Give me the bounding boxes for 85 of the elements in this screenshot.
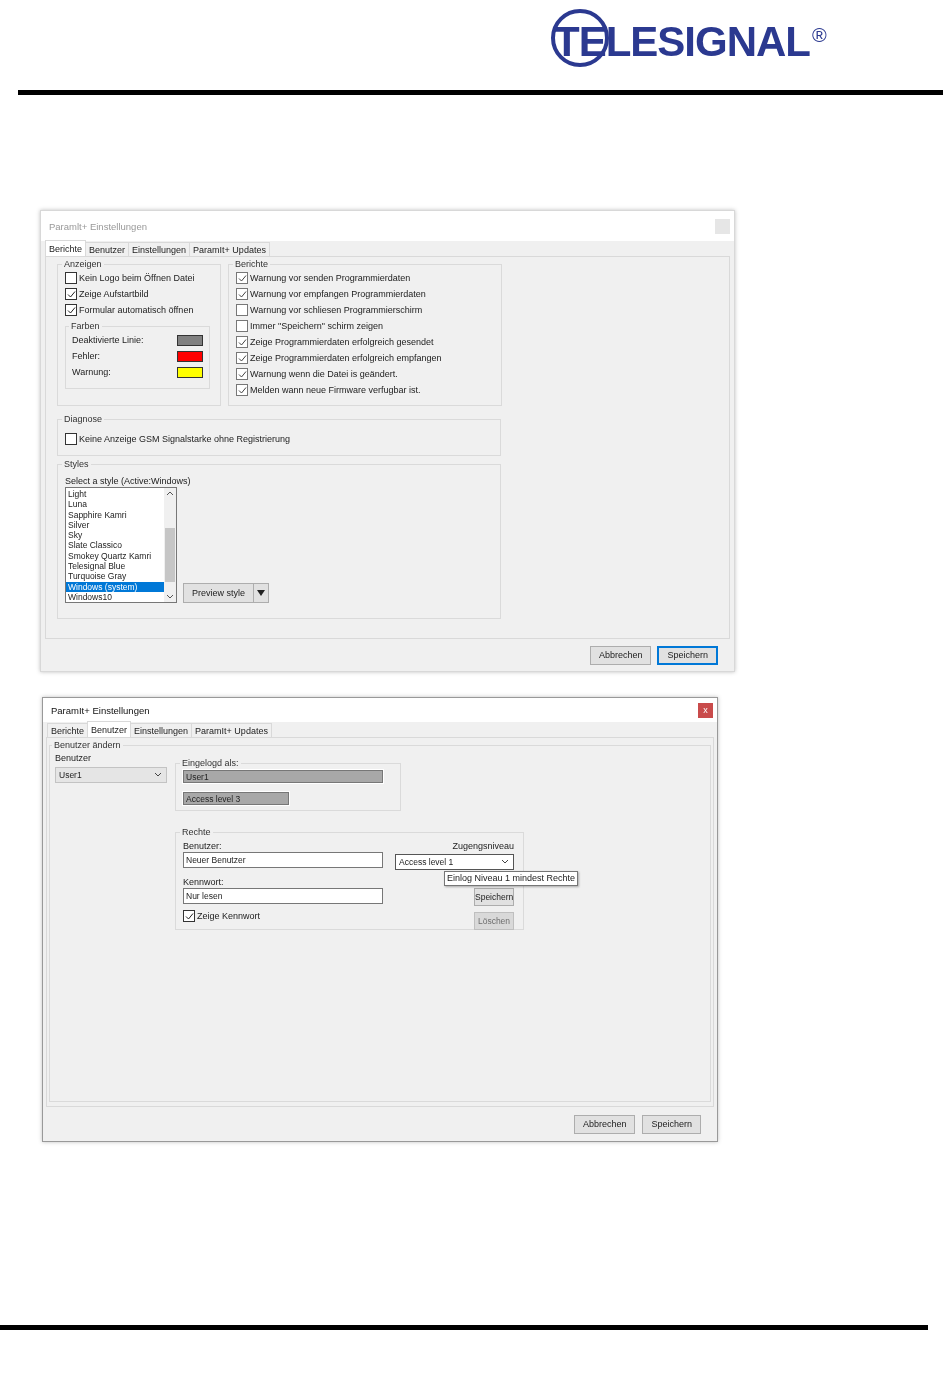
access-level-field[interactable]: Access level 3 xyxy=(183,792,289,805)
checkbox-label: Zeige Aufstartbild xyxy=(79,289,149,299)
tab[interactable]: Benutzer xyxy=(87,721,132,737)
list-item[interactable]: Luna xyxy=(66,499,164,510)
window-title: Paramlt+ Einstellungen xyxy=(49,220,147,232)
group-title: Benutzer ändern xyxy=(52,740,123,751)
scrollbar[interactable] xyxy=(164,488,176,602)
color-swatch[interactable] xyxy=(177,350,203,362)
checkbox[interactable] xyxy=(236,288,248,300)
tab[interactable]: Berichte xyxy=(45,240,87,256)
checkbox[interactable] xyxy=(236,320,248,332)
checkbox[interactable] xyxy=(236,304,248,316)
tab[interactable]: Einstellungen xyxy=(130,723,193,737)
checkbox-label: Keine Anzeige GSM Signalstarke ohne Registrierung xyxy=(79,434,291,444)
list-item[interactable]: Telesignal Blue xyxy=(66,561,164,572)
close-button[interactable]: x xyxy=(698,702,713,718)
group-title: Rechte xyxy=(180,827,213,838)
field-label: Zugengsniveau xyxy=(452,841,514,852)
dialog-button[interactable]: Abbrechen xyxy=(589,645,652,665)
color-label: Deaktivierte Linie: xyxy=(72,335,144,345)
list-item[interactable]: Sapphire Kamri xyxy=(66,509,164,520)
checkbox[interactable] xyxy=(236,368,248,380)
list-item[interactable]: Windows (system) xyxy=(66,581,164,592)
list-item[interactable]: Turquoise Gray xyxy=(66,571,164,582)
list-item[interactable]: Sky xyxy=(66,530,164,541)
checkbox[interactable] xyxy=(183,910,195,922)
checkbox-label: Warnung wenn die Datei is geändert. xyxy=(250,369,398,379)
color-swatch[interactable] xyxy=(177,334,203,346)
preview-style-button[interactable]: Preview style xyxy=(184,584,254,602)
list-item[interactable]: Light xyxy=(66,489,164,500)
checkbox-label: Zeige Programmierdaten erfolgreich gesendet xyxy=(250,337,434,347)
user-dropdown[interactable]: User1 xyxy=(55,767,167,783)
checkbox-label: Warnung vor schliesen Programmierschirm xyxy=(250,305,423,315)
list-item[interactable]: Smokey Quartz Kamri xyxy=(66,550,164,562)
save-button[interactable]: Speichern xyxy=(474,888,514,906)
color-label: Fehler: xyxy=(72,351,100,361)
access-level-dropdown[interactable]: Access level 1 xyxy=(395,854,514,870)
chevron-down-icon[interactable] xyxy=(500,858,510,866)
list-item[interactable]: Windows10 xyxy=(66,591,164,603)
checkbox-label: Zeige Programmierdaten erfolgreich empfangen xyxy=(250,353,442,363)
tooltip: Einlog Niveau 1 mindest Rechte xyxy=(444,871,579,886)
field-label: Benutzer: xyxy=(183,841,223,852)
checkbox[interactable] xyxy=(65,272,77,284)
preview-split-button[interactable]: Preview style xyxy=(183,583,269,603)
checkbox-label: Zeige Kennwort xyxy=(197,911,261,921)
dialog-button[interactable]: Speichern xyxy=(642,1114,701,1134)
tab[interactable]: ParamIt+ Updates xyxy=(191,723,272,737)
field-label: Kennwort: xyxy=(183,877,225,888)
checkbox[interactable] xyxy=(236,384,248,396)
checkbox-label: Warnung vor senden Programmierdaten xyxy=(250,273,411,283)
list-item[interactable]: Silver xyxy=(66,519,164,531)
tab[interactable]: Benutzer xyxy=(85,242,130,256)
checkbox-label: Immer "Speichern" schirm zeigen xyxy=(250,321,383,331)
field-label: Select a style (Active:Windows) xyxy=(65,476,192,486)
group-title: Diagnose xyxy=(62,414,105,425)
color-label: Warnung: xyxy=(72,367,111,377)
checkbox-label: Kein Logo beim Öffnen Datei xyxy=(79,273,195,283)
group-title: Anzeigen xyxy=(62,259,104,270)
checkbox[interactable] xyxy=(236,272,248,284)
dialog-button[interactable]: Abbrechen xyxy=(573,1114,636,1134)
field-label: Benutzer xyxy=(55,753,93,764)
checkbox[interactable] xyxy=(65,304,77,316)
tab[interactable]: ParamIt+ Updates xyxy=(189,242,270,256)
list-item[interactable]: Slate Classico xyxy=(66,540,164,551)
dialog-button[interactable]: Speichern xyxy=(657,645,718,665)
group-title: Eingelogd als: xyxy=(180,758,241,769)
user-name-field[interactable]: Neuer Benutzer xyxy=(183,852,383,868)
checkbox[interactable] xyxy=(65,288,77,300)
checkbox[interactable] xyxy=(236,336,248,348)
checkbox-label: Melden wann neue Firmware verfugbar ist. xyxy=(250,385,421,395)
group-title: Styles xyxy=(62,459,91,470)
window-title: ParamIt+ Einstellungen xyxy=(51,704,150,716)
password-field[interactable]: Nur lesen xyxy=(183,888,383,904)
checkbox-label: Formular automatisch öffnen xyxy=(79,305,194,315)
tab[interactable]: Einstellungen xyxy=(128,242,191,256)
chevron-down-icon[interactable] xyxy=(153,771,163,779)
color-swatch[interactable] xyxy=(177,366,203,378)
group-title: Berichte xyxy=(233,259,271,270)
group-title: Farben xyxy=(69,321,102,332)
checkbox[interactable] xyxy=(236,352,248,364)
checkbox[interactable] xyxy=(65,433,77,445)
user-field[interactable]: User1 xyxy=(183,770,383,783)
tab[interactable]: Berichte xyxy=(47,723,89,737)
style-listbox[interactable]: Light Luna Sapphire Kamri Silver Sky Slate Classico Smokey Quartz Kamri Telesignal Blue Turquoise Gray Windows (system) Windows10 xyxy=(65,487,177,603)
checkbox-label: Warnung vor empfangen Programmierdaten xyxy=(250,289,426,299)
